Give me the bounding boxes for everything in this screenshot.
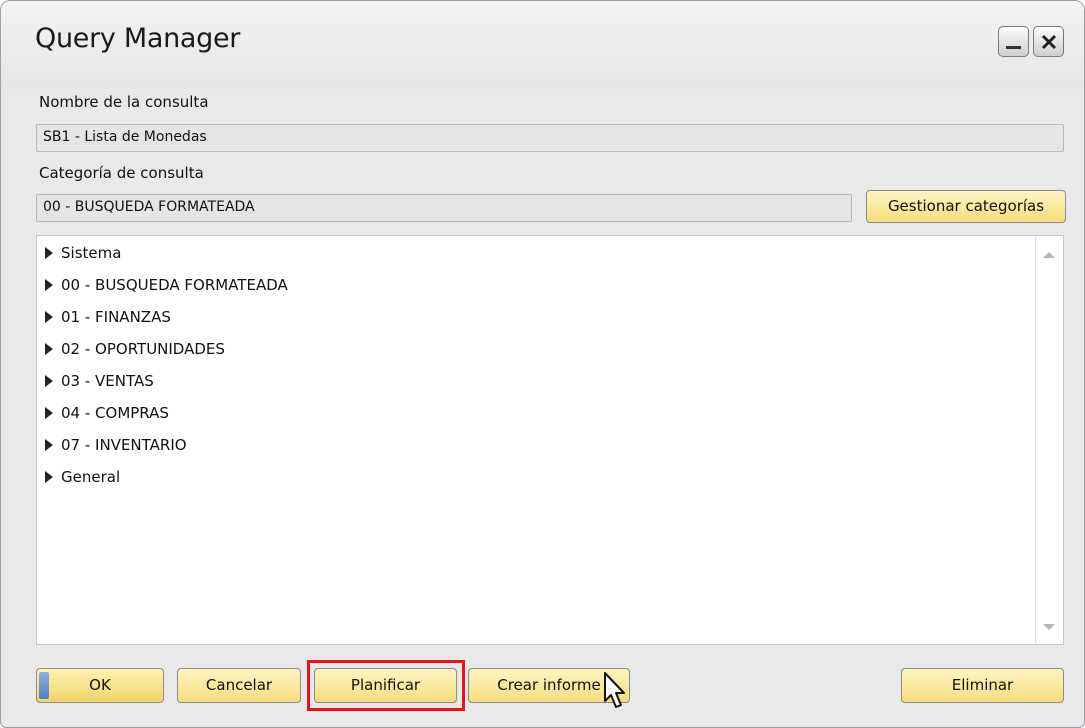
expand-arrow-icon[interactable] bbox=[45, 407, 53, 419]
expand-arrow-icon[interactable] bbox=[45, 279, 53, 291]
tree-item-label: Sistema bbox=[61, 244, 122, 262]
tree-item[interactable]: 01 - FINANZAS bbox=[43, 306, 171, 328]
manage-categories-button[interactable]: Gestionar categorías bbox=[866, 190, 1066, 223]
tree-item[interactable]: 03 - VENTAS bbox=[43, 370, 154, 392]
query-name-label: Nombre de la consulta bbox=[39, 93, 209, 111]
scroll-up-icon[interactable] bbox=[1043, 252, 1055, 258]
query-category-label: Categoría de consulta bbox=[39, 164, 204, 182]
tree-item-label: 03 - VENTAS bbox=[61, 372, 154, 390]
tree-item[interactable]: Sistema bbox=[43, 242, 121, 264]
expand-arrow-icon[interactable] bbox=[45, 471, 53, 483]
expand-arrow-icon[interactable] bbox=[45, 439, 53, 451]
tree-item[interactable]: 02 - OPORTUNIDADES bbox=[43, 338, 225, 360]
tree-item[interactable]: General bbox=[43, 466, 120, 488]
tree-scrollbar[interactable] bbox=[1035, 236, 1063, 644]
tree-item-label: 07 - INVENTARIO bbox=[61, 436, 187, 454]
cancel-button[interactable]: Cancelar bbox=[177, 668, 301, 703]
tree-item[interactable]: 07 - INVENTARIO bbox=[43, 434, 187, 456]
delete-button[interactable]: Eliminar bbox=[901, 668, 1064, 703]
window-title: Query Manager bbox=[35, 23, 241, 54]
query-tree[interactable]: Sistema 00 - BUSQUEDA FORMATEADA 01 - FI… bbox=[36, 235, 1064, 645]
tree-item-label: 00 - BUSQUEDA FORMATEADA bbox=[61, 276, 288, 294]
expand-arrow-icon[interactable] bbox=[45, 311, 53, 323]
scroll-down-icon[interactable] bbox=[1043, 624, 1055, 630]
mouse-cursor-icon bbox=[602, 671, 628, 715]
title-bar: Query Manager bbox=[1, 1, 1084, 89]
expand-arrow-icon[interactable] bbox=[45, 343, 53, 355]
tree-item[interactable]: 04 - COMPRAS bbox=[43, 402, 169, 424]
close-icon[interactable] bbox=[1033, 26, 1064, 57]
tree-item-label: 01 - FINANZAS bbox=[61, 308, 171, 326]
tree-item-label: 04 - COMPRAS bbox=[61, 404, 169, 422]
tree-item-label: 02 - OPORTUNIDADES bbox=[61, 340, 225, 358]
tree-item-label: General bbox=[61, 468, 121, 486]
tree-item[interactable]: 00 - BUSQUEDA FORMATEADA bbox=[43, 274, 288, 296]
query-category-field[interactable]: 00 - BUSQUEDA FORMATEADA bbox=[36, 194, 852, 222]
query-manager-window: Query Manager Nombre de la consulta SB1 … bbox=[0, 0, 1085, 728]
ok-button[interactable]: OK bbox=[36, 668, 164, 703]
expand-arrow-icon[interactable] bbox=[45, 247, 53, 259]
minimize-icon[interactable] bbox=[998, 26, 1029, 57]
planificar-highlight-box bbox=[307, 660, 465, 711]
query-name-field[interactable]: SB1 - Lista de Monedas bbox=[36, 124, 1064, 152]
expand-arrow-icon[interactable] bbox=[45, 375, 53, 387]
